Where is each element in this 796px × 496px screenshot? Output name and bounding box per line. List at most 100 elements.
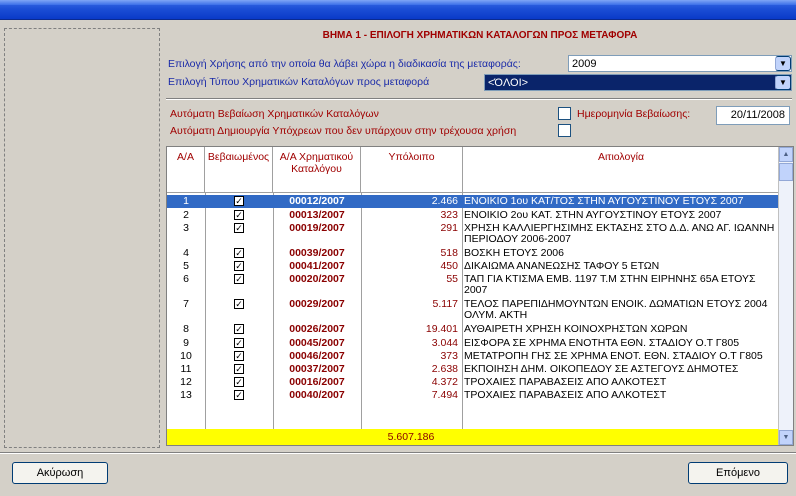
scroll-thumb[interactable] xyxy=(779,163,793,181)
table-row[interactable]: 1 ✓ 00012/2007 2.466 ΕΝΟΙΚΙΟ 1ου ΚΑΤ/ΤΟΣ ΣΤΗ… xyxy=(167,195,779,208)
row-code: 00039/2007 xyxy=(289,247,345,259)
cancel-button[interactable]: Ακύρωση xyxy=(12,462,108,484)
row-aa: 2 xyxy=(183,209,189,221)
row-amount: 19.401 xyxy=(425,323,458,335)
row-code: 00045/2007 xyxy=(289,337,345,349)
confirmed-checkbox[interactable]: ✓ xyxy=(234,390,244,400)
header-code[interactable]: Α/Α Χρηματικού Καταλόγου xyxy=(273,147,361,193)
row-reason: ΧΡΗΣΗ ΚΑΛΛΙΕΡΓΗΣΙΜΗΣ ΕΚΤΑΣΗΣ ΣΤΟ Δ.Δ. ΑΝ… xyxy=(464,222,775,245)
confirmed-checkbox[interactable]: ✓ xyxy=(234,196,244,206)
row-reason: ΒΟΣΚΗ ΕΤΟΥΣ 2006 xyxy=(464,247,564,259)
scroll-down-icon[interactable]: ▼ xyxy=(779,430,793,445)
row-confirmed: ✓ xyxy=(205,247,273,259)
confirmed-checkbox[interactable]: ✓ xyxy=(234,248,244,258)
table-row[interactable]: 6 ✓ 00020/2007 55 ΤΑΠ ΓΙΑ ΚΤΙΣΜΑ ΕΜΒ. 1197 Τ… xyxy=(167,273,779,297)
row-reason: ΤΡΟΧΑΙΕΣ ΠΑΡΑΒΑΣΕΙΣ ΑΠΟ ΑΛΚΟΤΕΣΤ xyxy=(464,376,667,388)
row-reason: ΤΡΟΧΑΙΕΣ ΠΑΡΑΒΑΣΕΙΣ ΑΠΟ ΑΛΚΟΤΕΣΤ xyxy=(464,389,667,401)
confirm-date-field[interactable]: 20/11/2008 xyxy=(716,106,790,125)
row-aa: 10 xyxy=(180,350,192,362)
row-amount: 518 xyxy=(440,247,458,259)
table-row[interactable]: 7 ✓ 00029/2007 5.117 ΤΕΛΟΣ ΠΑΡΕΠΙΔΗΜΟΥΝΤΩΝ Ε… xyxy=(167,298,779,322)
auto-confirm-checkbox[interactable] xyxy=(558,107,571,120)
vertical-scrollbar[interactable]: ▲ ▼ xyxy=(778,147,793,445)
row-code: 00046/2007 xyxy=(289,350,345,362)
row-amount: 7.494 xyxy=(431,389,458,401)
chevron-down-icon[interactable]: ▼ xyxy=(775,56,791,71)
table-row[interactable]: 9 ✓ 00045/2007 3.044 ΕΙΣΦΟΡΑ ΣΕ ΧΡΗΜΑ ΕΝΟΤΗΤ… xyxy=(167,337,779,349)
confirmed-checkbox[interactable]: ✓ xyxy=(234,351,244,361)
year-combo[interactable]: 2009 ▼ xyxy=(568,55,792,72)
row-code: 00029/2007 xyxy=(289,298,345,310)
header-balance[interactable]: Υπόλοιπο xyxy=(361,147,463,193)
row-code: 00040/2007 xyxy=(289,389,345,401)
row-confirmed: ✓ xyxy=(205,350,273,362)
row-confirmed: ✓ xyxy=(205,273,273,297)
row-amount: 3.044 xyxy=(431,337,458,349)
type-combo[interactable]: <ΌΛΟΙ> ▼ xyxy=(484,74,792,91)
next-button[interactable]: Επόμενο xyxy=(688,462,788,484)
title-bar-shine xyxy=(0,0,796,5)
row-code: 00016/2007 xyxy=(289,376,345,388)
grid-header: Α/Α Βεβαιωμένος Α/Α Χρηματικού Καταλόγου… xyxy=(167,147,779,193)
confirmed-checkbox[interactable]: ✓ xyxy=(234,324,244,334)
table-row[interactable]: 10 ✓ 00046/2007 373 ΜΕΤΑΤΡΟΠΗ ΓΗΣ ΣΕ ΧΡΗΜΑ Ε… xyxy=(167,350,779,362)
row-reason: ΕΝΟΙΚΙΟ 2ου ΚΑΤ. ΣΤΗΝ ΑΥΓΟΥΣΤΙΝΟΥ ΕΤΟΥΣ … xyxy=(464,209,722,221)
row-confirmed: ✓ xyxy=(205,195,273,208)
type-value: <ΌΛΟΙ> xyxy=(488,77,529,89)
table-row[interactable]: 4 ✓ 00039/2007 518 ΒΟΣΚΗ ΕΤΟΥΣ 2006 xyxy=(167,247,779,259)
row-aa: 8 xyxy=(183,323,189,335)
row-reason: ΕΚΠΟΙΗΣΗ ΔΗΜ. ΟΙΚΟΠΕΔΟΥ ΣΕ ΑΣΤΕΓΟΥΣ ΔΗΜΟ… xyxy=(464,363,739,375)
year-label: Επιλογή Χρήσης από την οποία θα λάβει χώ… xyxy=(168,58,521,70)
row-amount: 5.117 xyxy=(432,298,459,310)
row-aa: 12 xyxy=(180,376,192,388)
auto-create-checkbox[interactable] xyxy=(558,124,571,137)
footer-separator xyxy=(0,452,796,454)
row-reason: ΔΙΚΑΙΩΜΑ ΑΝΑΝΕΩΣΗΣ ΤΑΦΟΥ 5 ΕΤΩΝ xyxy=(464,260,660,272)
confirmed-checkbox[interactable]: ✓ xyxy=(234,274,244,284)
table-row[interactable]: 2 ✓ 00013/2007 323 ΕΝΟΙΚΙΟ 2ου ΚΑΤ. ΣΤΗΝ ΑΥΓ… xyxy=(167,209,779,221)
confirmed-checkbox[interactable]: ✓ xyxy=(234,210,244,220)
table-row[interactable]: 3 ✓ 00019/2007 291 ΧΡΗΣΗ ΚΑΛΛΙΕΡΓΗΣΙΜΗΣ ΕΚΤΑ… xyxy=(167,222,779,246)
confirmed-checkbox[interactable]: ✓ xyxy=(234,364,244,374)
window-title-bar[interactable] xyxy=(0,0,796,20)
row-confirmed: ✓ xyxy=(205,209,273,221)
step-title: ΒΗΜΑ 1 - ΕΠΙΛΟΓΗ ΧΡΗΜΑΤΙΚΩΝ ΚΑΤΑΛΟΓΩΝ ΠΡ… xyxy=(322,30,638,41)
table-row[interactable]: 13 ✓ 00040/2007 7.494 ΤΡΟΧΑΙΕΣ ΠΑΡΑΒΑΣΕΙΣ ΑΠ… xyxy=(167,389,779,401)
row-reason: ΕΝΟΙΚΙΟ 1ου ΚΑΤ/ΤΟΣ ΣΤΗΝ ΑΥΓΟΥΣΤΙΝΟΥ ΕΤΟ… xyxy=(464,195,744,207)
confirmed-checkbox[interactable]: ✓ xyxy=(234,377,244,387)
row-amount: 323 xyxy=(440,209,458,221)
header-reason[interactable]: Αιτιολογία xyxy=(463,147,779,193)
row-reason: ΤΑΠ ΓΙΑ ΚΤΙΣΜΑ ΕΜΒ. 1197 Τ.Μ ΣΤΗΝ ΕΙΡΗΝΗ… xyxy=(464,273,756,296)
row-confirmed: ✓ xyxy=(205,376,273,388)
row-aa: 13 xyxy=(180,389,192,401)
row-aa: 3 xyxy=(183,222,189,234)
row-aa: 6 xyxy=(183,273,189,285)
table-row[interactable]: 8 ✓ 00026/2007 19.401 ΑΥΘΑΙΡΕΤΗ ΧΡΗΣΗ ΚΟΙΝΟΧ… xyxy=(167,323,779,336)
row-reason: ΑΥΘΑΙΡΕΤΗ ΧΡΗΣΗ ΚΟΙΝΟΧΡΗΣΤΩΝ ΧΩΡΩΝ xyxy=(464,323,688,335)
row-aa: 5 xyxy=(183,260,189,272)
row-reason: ΕΙΣΦΟΡΑ ΣΕ ΧΡΗΜΑ ΕΝΟΤΗΤΑ ΕΘΝ. ΣΤΑΔΙΟΥ Ο.… xyxy=(464,337,740,349)
row-confirmed: ✓ xyxy=(205,337,273,349)
confirm-date-label: Ημερομηνία Βεβαίωσης: xyxy=(577,108,691,120)
scroll-up-icon[interactable]: ▲ xyxy=(779,147,793,162)
confirmed-checkbox[interactable]: ✓ xyxy=(234,338,244,348)
year-value: 2009 xyxy=(572,58,597,70)
row-code: 00012/2007 xyxy=(289,195,345,207)
row-amount: 373 xyxy=(440,350,458,362)
catalogs-grid[interactable]: Α/Α Βεβαιωμένος Α/Α Χρηματικού Καταλόγου… xyxy=(166,146,794,446)
table-row[interactable]: 5 ✓ 00041/2007 450 ΔΙΚΑΙΩΜΑ ΑΝΑΝΕΩΣΗΣ ΤΑΦΟΥ … xyxy=(167,260,779,272)
row-confirmed: ✓ xyxy=(205,222,273,246)
table-row[interactable]: 12 ✓ 00016/2007 4.372 ΤΡΟΧΑΙΕΣ ΠΑΡΑΒΑΣΕΙΣ ΑΠ… xyxy=(167,376,779,388)
confirmed-checkbox[interactable]: ✓ xyxy=(234,223,244,233)
table-row[interactable]: 11 ✓ 00037/2007 2.638 ΕΚΠΟΙΗΣΗ ΔΗΜ. ΟΙΚΟΠΕΔΟ… xyxy=(167,363,779,375)
row-amount: 291 xyxy=(440,222,458,234)
chevron-down-icon[interactable]: ▼ xyxy=(775,75,791,90)
header-aa[interactable]: Α/Α xyxy=(167,147,205,193)
row-aa: 7 xyxy=(183,298,189,310)
row-aa: 1 xyxy=(183,195,189,207)
confirmed-checkbox[interactable]: ✓ xyxy=(234,299,244,309)
row-reason: ΤΕΛΟΣ ΠΑΡΕΠΙΔΗΜΟΥΝΤΩΝ ΕΝΟΙΚ. ΔΩΜΑΤΙΩΝ ΕΤ… xyxy=(464,298,768,321)
row-confirmed: ✓ xyxy=(205,363,273,375)
header-confirmed[interactable]: Βεβαιωμένος xyxy=(205,147,273,193)
confirmed-checkbox[interactable]: ✓ xyxy=(234,261,244,271)
